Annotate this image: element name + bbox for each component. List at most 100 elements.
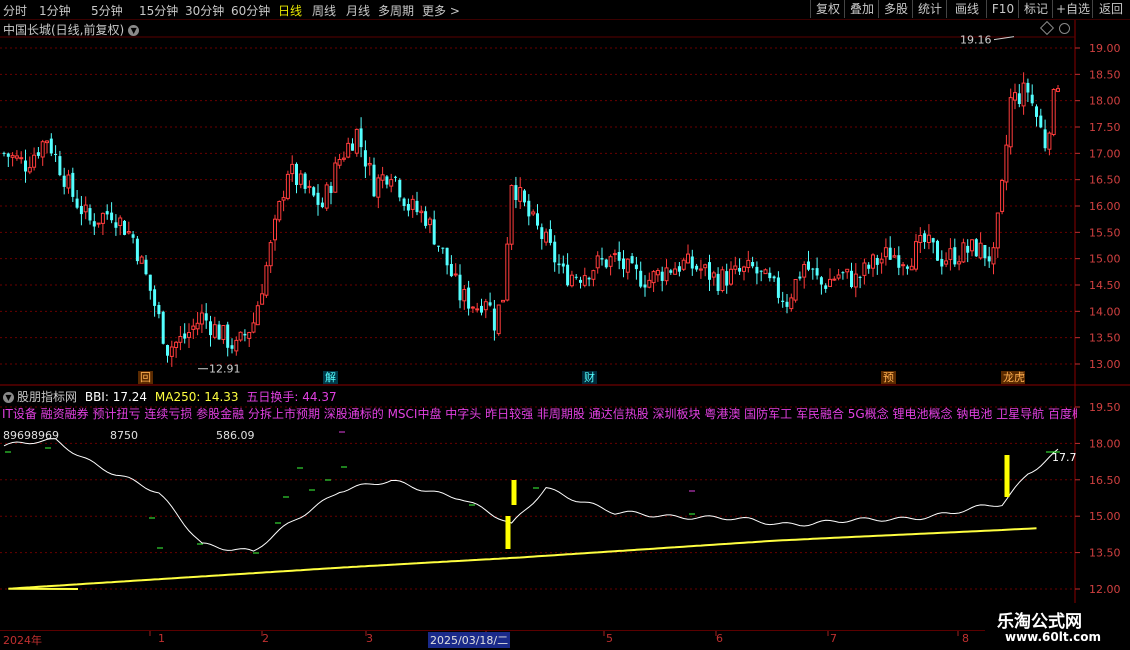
price-tick-label: 16.00 bbox=[1089, 200, 1121, 213]
candle-body bbox=[483, 301, 488, 311]
candle-body bbox=[1013, 92, 1017, 101]
candle-body bbox=[260, 293, 265, 305]
f10-button[interactable]: F10 bbox=[986, 0, 1019, 18]
candle-body bbox=[183, 333, 187, 339]
period-tab-fenshi[interactable]: 分时 bbox=[3, 2, 27, 19]
candle-body bbox=[698, 268, 703, 271]
candle-body bbox=[531, 211, 536, 215]
time-label-7: 7 bbox=[830, 632, 837, 645]
time-label-6: 6 bbox=[716, 632, 723, 645]
candle-body bbox=[303, 173, 307, 189]
candle-body bbox=[462, 289, 467, 302]
candle-body bbox=[776, 277, 780, 298]
period-tab-more[interactable]: 更多 > bbox=[422, 2, 460, 19]
period-tab-multi[interactable]: 多周期 bbox=[378, 2, 414, 19]
candle-body bbox=[415, 200, 419, 213]
candle-body bbox=[923, 233, 927, 242]
candle-body bbox=[746, 259, 751, 268]
candle-body bbox=[217, 324, 221, 340]
candle-body bbox=[720, 269, 725, 291]
candle-body bbox=[897, 255, 901, 268]
candle-body bbox=[410, 198, 415, 210]
period-tab-30min[interactable]: 30分钟 bbox=[185, 2, 224, 19]
candle-body bbox=[918, 235, 923, 243]
candle-body bbox=[660, 271, 664, 281]
candle-body bbox=[24, 160, 27, 172]
chevron-down-icon[interactable]: ▼ bbox=[128, 25, 140, 36]
candle-body bbox=[566, 264, 570, 286]
candle-body bbox=[686, 253, 690, 264]
overlay-button[interactable]: 叠加 bbox=[844, 0, 879, 18]
toolbar: 分时 1分钟 5分钟 15分钟 30分钟 60分钟 日线 周线 月线 多周期 更… bbox=[0, 0, 1130, 20]
candle-body bbox=[169, 346, 174, 357]
candle-body bbox=[793, 279, 798, 301]
price-tick-label: 15.00 bbox=[1089, 253, 1121, 266]
candle-body bbox=[449, 264, 453, 277]
period-tab-60min[interactable]: 60分钟 bbox=[231, 2, 270, 19]
candle-body bbox=[153, 289, 157, 306]
candle-body bbox=[195, 322, 200, 330]
price-tick-label: 17.00 bbox=[1089, 147, 1121, 160]
candle-body bbox=[209, 321, 212, 336]
candle-body bbox=[940, 259, 944, 267]
logo-url: www.60lt.com bbox=[1005, 630, 1102, 644]
multi-stock-button[interactable]: 多股 bbox=[878, 0, 913, 18]
bbi-last-value: 17.7 bbox=[1052, 451, 1077, 464]
candle-body bbox=[290, 163, 295, 175]
stock-title-text: 中国长城(日线,前复权) bbox=[3, 23, 125, 37]
candle-body bbox=[114, 222, 118, 228]
time-label-5: 5 bbox=[606, 632, 613, 645]
candle-body bbox=[1043, 129, 1047, 149]
chevron-down-icon[interactable]: ▼ bbox=[3, 392, 14, 403]
restore-right-button[interactable]: 复权 bbox=[810, 0, 845, 18]
candle-body bbox=[630, 256, 634, 264]
period-tab-daily[interactable]: 日线 bbox=[278, 2, 302, 19]
candle-body bbox=[574, 276, 578, 278]
event-tag-dragon-tiger-list[interactable]: 龙虎榜 bbox=[1001, 371, 1025, 384]
period-tab-monthly[interactable]: 月线 bbox=[346, 2, 370, 19]
period-tab-weekly[interactable]: 周线 bbox=[312, 2, 336, 19]
mark-button[interactable]: 标记 bbox=[1018, 0, 1053, 18]
period-tab-5min[interactable]: 5分钟 bbox=[91, 2, 123, 19]
event-tag-unlock[interactable]: 解 bbox=[323, 371, 338, 384]
candle-body bbox=[798, 276, 802, 279]
candle-body bbox=[341, 157, 346, 160]
candle-body bbox=[131, 234, 135, 238]
draw-line-button[interactable]: 画线 bbox=[946, 0, 987, 18]
candle-body bbox=[148, 274, 152, 291]
concept-list: IT设备 融资融券 预计扭亏 连续亏损 参股金融 分拆上市预期 深股通标的 MS… bbox=[2, 407, 1077, 421]
candle-body bbox=[948, 248, 953, 260]
candle-body bbox=[40, 141, 45, 158]
add-watchlist-button[interactable]: +自选 bbox=[1052, 0, 1093, 18]
candle-body bbox=[226, 324, 230, 348]
back-button[interactable]: 返回 bbox=[1092, 0, 1129, 18]
event-tag-financial-report[interactable]: 财 bbox=[582, 371, 597, 384]
period-tab-15min[interactable]: 15分钟 bbox=[139, 2, 178, 19]
price-chart[interactable]: 19.00 18.50 18.00 17.50 17.00 16.50 16.00 15.50… bbox=[0, 0, 1130, 650]
candle-body bbox=[437, 245, 440, 247]
candle-body bbox=[445, 247, 449, 266]
price-tick-label: 18.00 bbox=[1089, 95, 1121, 108]
candle-body bbox=[862, 262, 867, 276]
event-tag-forecast[interactable]: 预 bbox=[881, 371, 896, 384]
statistics-button[interactable]: 统计 bbox=[912, 0, 947, 18]
candle-body bbox=[815, 268, 819, 276]
candle-body bbox=[617, 252, 621, 261]
period-tab-1min[interactable]: 1分钟 bbox=[39, 2, 71, 19]
candle-body bbox=[677, 266, 681, 272]
candle-body bbox=[187, 332, 191, 338]
candle-body bbox=[6, 153, 10, 157]
candle-body bbox=[548, 229, 552, 243]
candle-body bbox=[634, 264, 638, 270]
diamond-icon[interactable] bbox=[1039, 20, 1055, 36]
indicator-value-2: 8750 bbox=[110, 429, 138, 442]
candle-body bbox=[470, 306, 475, 309]
candle-body bbox=[45, 140, 49, 144]
candle-body bbox=[496, 304, 501, 335]
candle-body bbox=[329, 185, 333, 193]
price-tick-label: 13.50 bbox=[1089, 332, 1121, 345]
circle-icon[interactable] bbox=[1059, 23, 1070, 34]
candle-body bbox=[536, 213, 539, 226]
event-tag-buyback[interactable]: 回 bbox=[138, 371, 153, 384]
candle-body bbox=[221, 325, 226, 340]
